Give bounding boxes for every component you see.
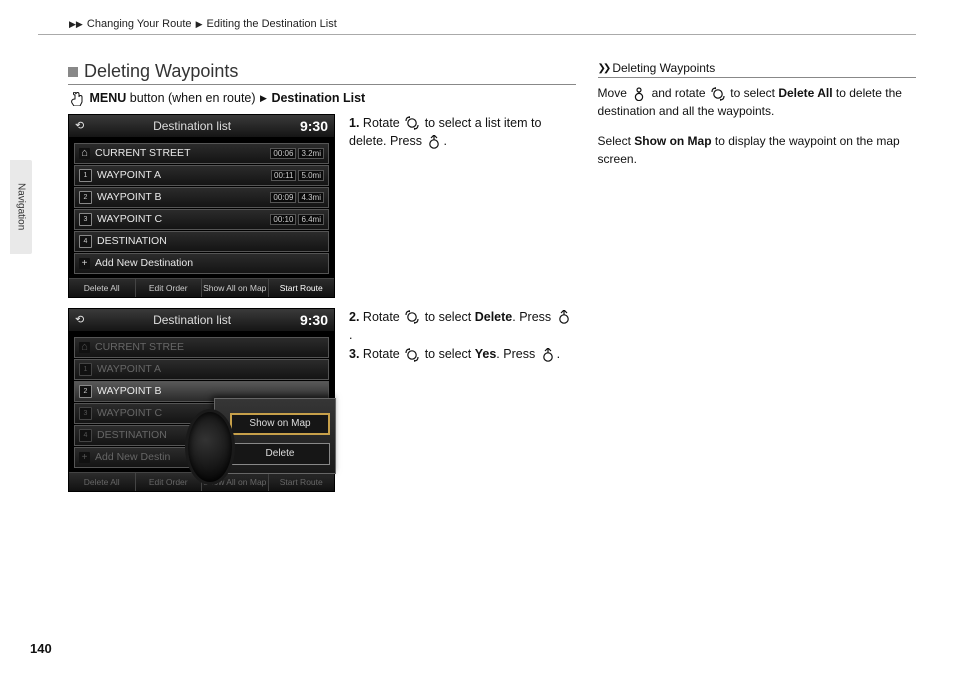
step-1: 1. Rotate to select a list item to delet… [349, 114, 576, 152]
start-route-button[interactable]: Start Route [269, 279, 335, 297]
square-bullet-icon [68, 67, 78, 77]
breadcrumb-chevron-icon: ▶▶ [69, 19, 83, 30]
flag-icon: 2 [79, 191, 92, 204]
home-icon: ⌂ [79, 148, 90, 159]
plus-icon: + [79, 258, 90, 269]
list-item[interactable]: 2WAYPOINT B00:094.3mi [74, 187, 329, 208]
edit-order-button[interactable]: Edit Order [136, 279, 203, 297]
finger-icon [70, 92, 84, 106]
rotate-knob-icon [405, 310, 419, 324]
tip-paragraph-2: Select Show on Map to display the waypoi… [598, 132, 916, 168]
breadcrumb: ▶▶ Changing Your Route ▶ Editing the Des… [68, 18, 916, 30]
nav-clock: 9:30 [300, 118, 328, 134]
breadcrumb-a: Changing Your Route [87, 18, 192, 30]
press-knob-icon [557, 310, 571, 324]
back-icon[interactable]: ⟲ [75, 119, 84, 132]
step-2: 2. Rotate to select Delete. Press . [349, 308, 576, 346]
show-all-map-button[interactable]: Show All on Map [202, 279, 269, 297]
list-item[interactable]: 4DESTINATION [74, 231, 329, 252]
nav-title: Destination list [153, 119, 231, 133]
dial-wheel-icon [185, 409, 235, 485]
divider [38, 34, 916, 35]
tip-heading: ❯❯ Deleting Waypoints [598, 61, 916, 78]
list-item-add[interactable]: +Add New Destination [74, 253, 329, 274]
nav-clock: 9:30 [300, 312, 328, 328]
nav-title: Destination list [153, 313, 231, 327]
edit-order-button: Edit Order [136, 473, 203, 491]
breadcrumb-b: Editing the Destination List [207, 18, 337, 30]
chevron-right-icon: ▶ [260, 93, 267, 104]
rotate-knob-icon [711, 87, 725, 101]
delete-all-button[interactable]: Delete All [69, 279, 136, 297]
press-knob-icon [427, 135, 441, 149]
show-on-map-option[interactable]: Show on Map [230, 413, 330, 435]
nav-screenshot-2: ⟲ Destination list 9:30 ⌂CURRENT STREE 1… [68, 308, 335, 492]
flag-icon: 3 [79, 213, 92, 226]
list-item: ⌂CURRENT STREE [74, 337, 329, 358]
side-tab-navigation: Navigation [10, 160, 32, 254]
step-3: 3. Rotate to select Yes. Press . [349, 345, 576, 364]
page-number: 140 [30, 641, 52, 656]
menu-path: MENU button (when en route) ▶ Destinatio… [68, 91, 576, 106]
press-knob-icon [541, 348, 555, 362]
section-heading: Deleting Waypoints [68, 61, 576, 85]
nav-screenshot-1: ⟲ Destination list 9:30 ⌂CURRENT STREET0… [68, 114, 335, 298]
tip-paragraph-1: Move and rotate to select Delete All to … [598, 84, 916, 120]
section-title: Deleting Waypoints [84, 61, 238, 82]
list-item[interactable]: 3WAYPOINT C00:106.4mi [74, 209, 329, 230]
list-item: 1WAYPOINT A [74, 359, 329, 380]
back-icon[interactable]: ⟲ [75, 313, 84, 326]
move-joystick-icon [632, 87, 646, 101]
flag-icon: 4 [79, 235, 92, 248]
breadcrumb-chevron-icon: ▶ [196, 19, 203, 30]
start-route-button: Start Route [269, 473, 335, 491]
delete-option[interactable]: Delete [230, 443, 330, 465]
flag-icon: 1 [79, 169, 92, 182]
rotate-knob-icon [405, 116, 419, 130]
rotate-knob-icon [405, 348, 419, 362]
list-item[interactable]: ⌂CURRENT STREET00:063.2mi [74, 143, 329, 164]
tip-chevrons-icon: ❯❯ [598, 63, 609, 74]
list-item[interactable]: 1WAYPOINT A00:115.0mi [74, 165, 329, 186]
context-popup: Show on Map Delete [214, 398, 336, 474]
delete-all-button: Delete All [69, 473, 136, 491]
